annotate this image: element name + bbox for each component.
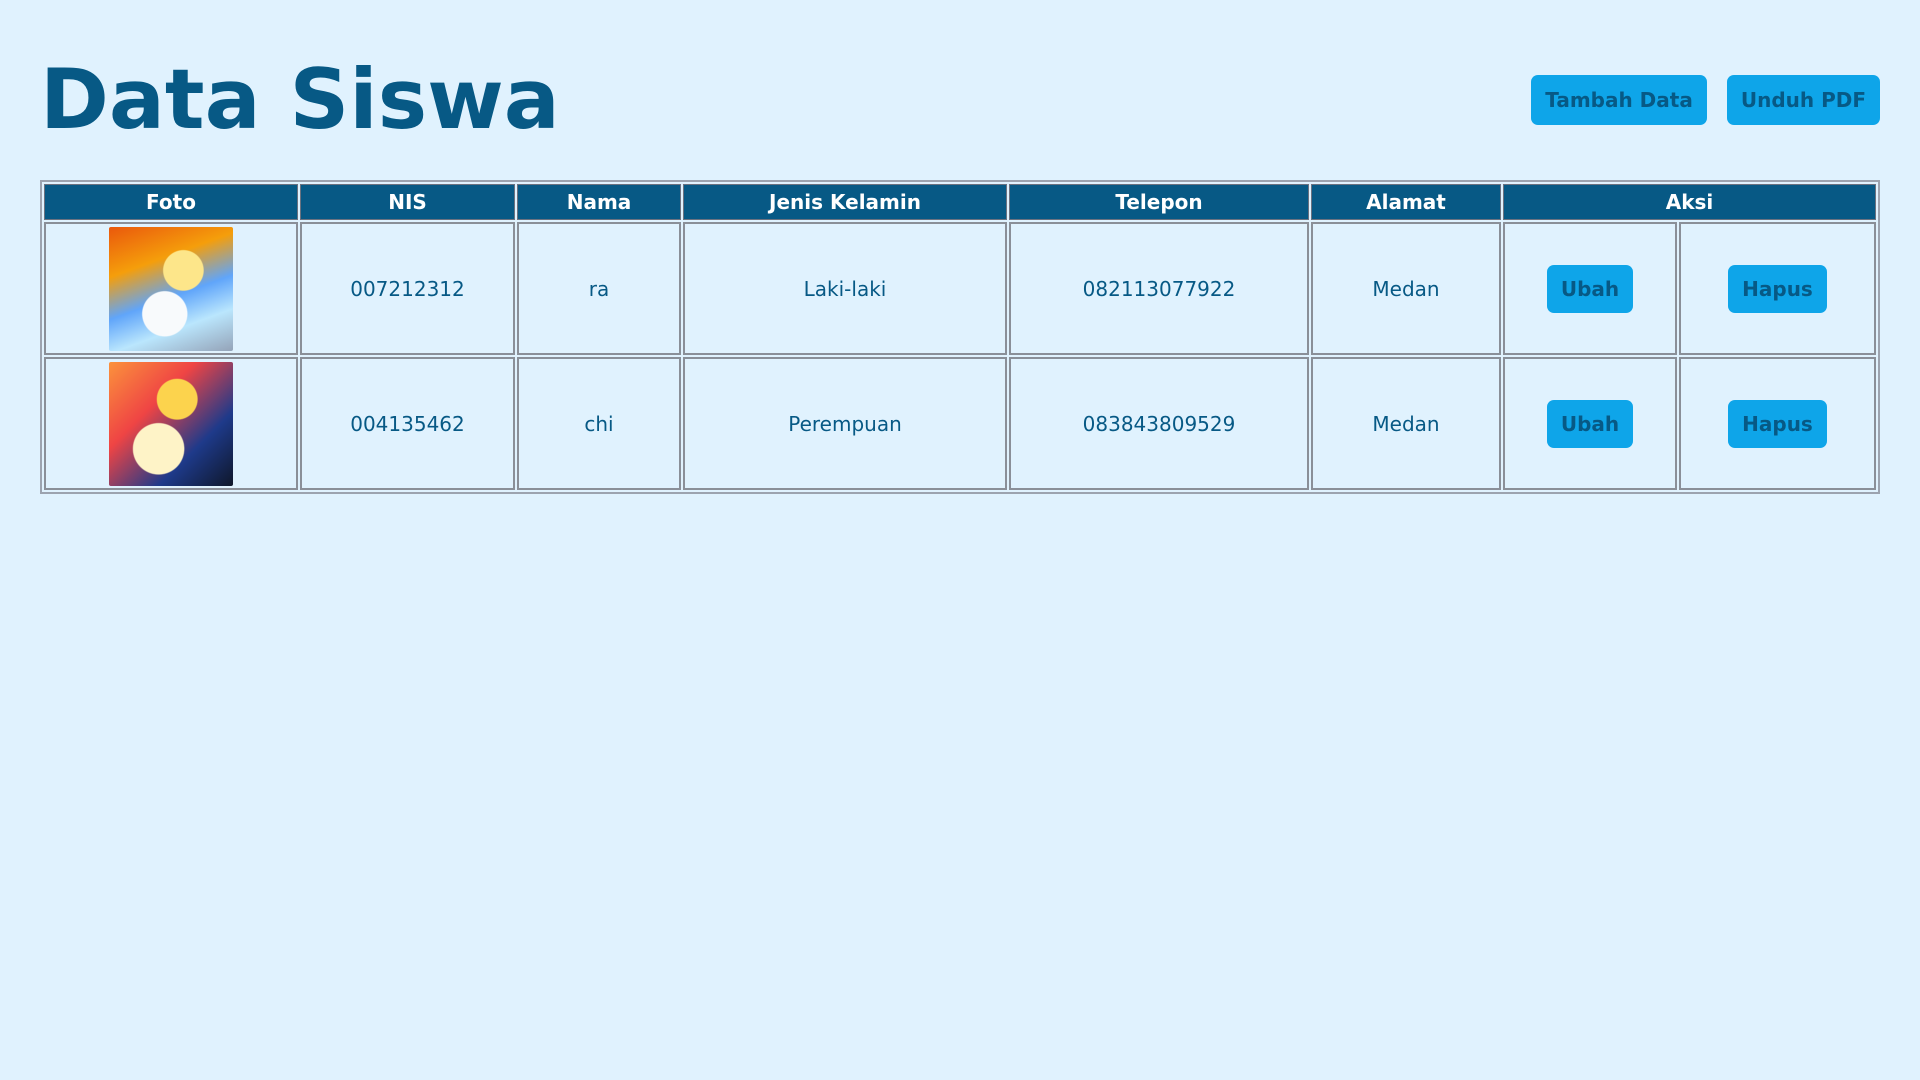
- column-header-alamat: Alamat: [1311, 184, 1501, 220]
- delete-button[interactable]: Hapus: [1728, 399, 1827, 448]
- table-row: 007212312 ra Laki-laki 082113077922 Meda…: [44, 222, 1876, 355]
- edit-cell: Ubah: [1503, 357, 1677, 490]
- column-header-foto: Foto: [44, 184, 298, 220]
- delete-cell: Hapus: [1679, 357, 1876, 490]
- column-header-nama: Nama: [517, 184, 681, 220]
- student-photo: [109, 361, 233, 486]
- column-header-aksi: Aksi: [1503, 184, 1876, 220]
- nis-cell: 004135462: [300, 357, 515, 490]
- page-title: Data Siswa: [40, 51, 560, 148]
- delete-button[interactable]: Hapus: [1728, 264, 1827, 313]
- column-header-nis: NIS: [300, 184, 515, 220]
- jenis-kelamin-cell: Perempuan: [683, 357, 1007, 490]
- edit-cell: Ubah: [1503, 222, 1677, 355]
- nama-cell: chi: [517, 357, 681, 490]
- nama-cell: ra: [517, 222, 681, 355]
- alamat-cell: Medan: [1311, 222, 1501, 355]
- column-header-telepon: Telepon: [1009, 184, 1309, 220]
- telepon-cell: 082113077922: [1009, 222, 1309, 355]
- students-table: Foto NIS Nama Jenis Kelamin Telepon Alam…: [40, 180, 1880, 494]
- photo-cell: [44, 357, 298, 490]
- column-header-jenis-kelamin: Jenis Kelamin: [683, 184, 1007, 220]
- alamat-cell: Medan: [1311, 357, 1501, 490]
- table-row: 004135462 chi Perempuan 083843809529 Med…: [44, 357, 1876, 490]
- telepon-cell: 083843809529: [1009, 357, 1309, 490]
- edit-button[interactable]: Ubah: [1546, 264, 1634, 313]
- header-actions: Tambah Data Unduh PDF: [1531, 75, 1880, 125]
- jenis-kelamin-cell: Laki-laki: [683, 222, 1007, 355]
- photo-cell: [44, 222, 298, 355]
- table-header-row: Foto NIS Nama Jenis Kelamin Telepon Alam…: [44, 184, 1876, 220]
- download-pdf-button[interactable]: Unduh PDF: [1726, 75, 1880, 125]
- edit-button[interactable]: Ubah: [1546, 399, 1634, 448]
- nis-cell: 007212312: [300, 222, 515, 355]
- delete-cell: Hapus: [1679, 222, 1876, 355]
- student-photo: [109, 226, 233, 351]
- add-data-button[interactable]: Tambah Data: [1531, 75, 1707, 125]
